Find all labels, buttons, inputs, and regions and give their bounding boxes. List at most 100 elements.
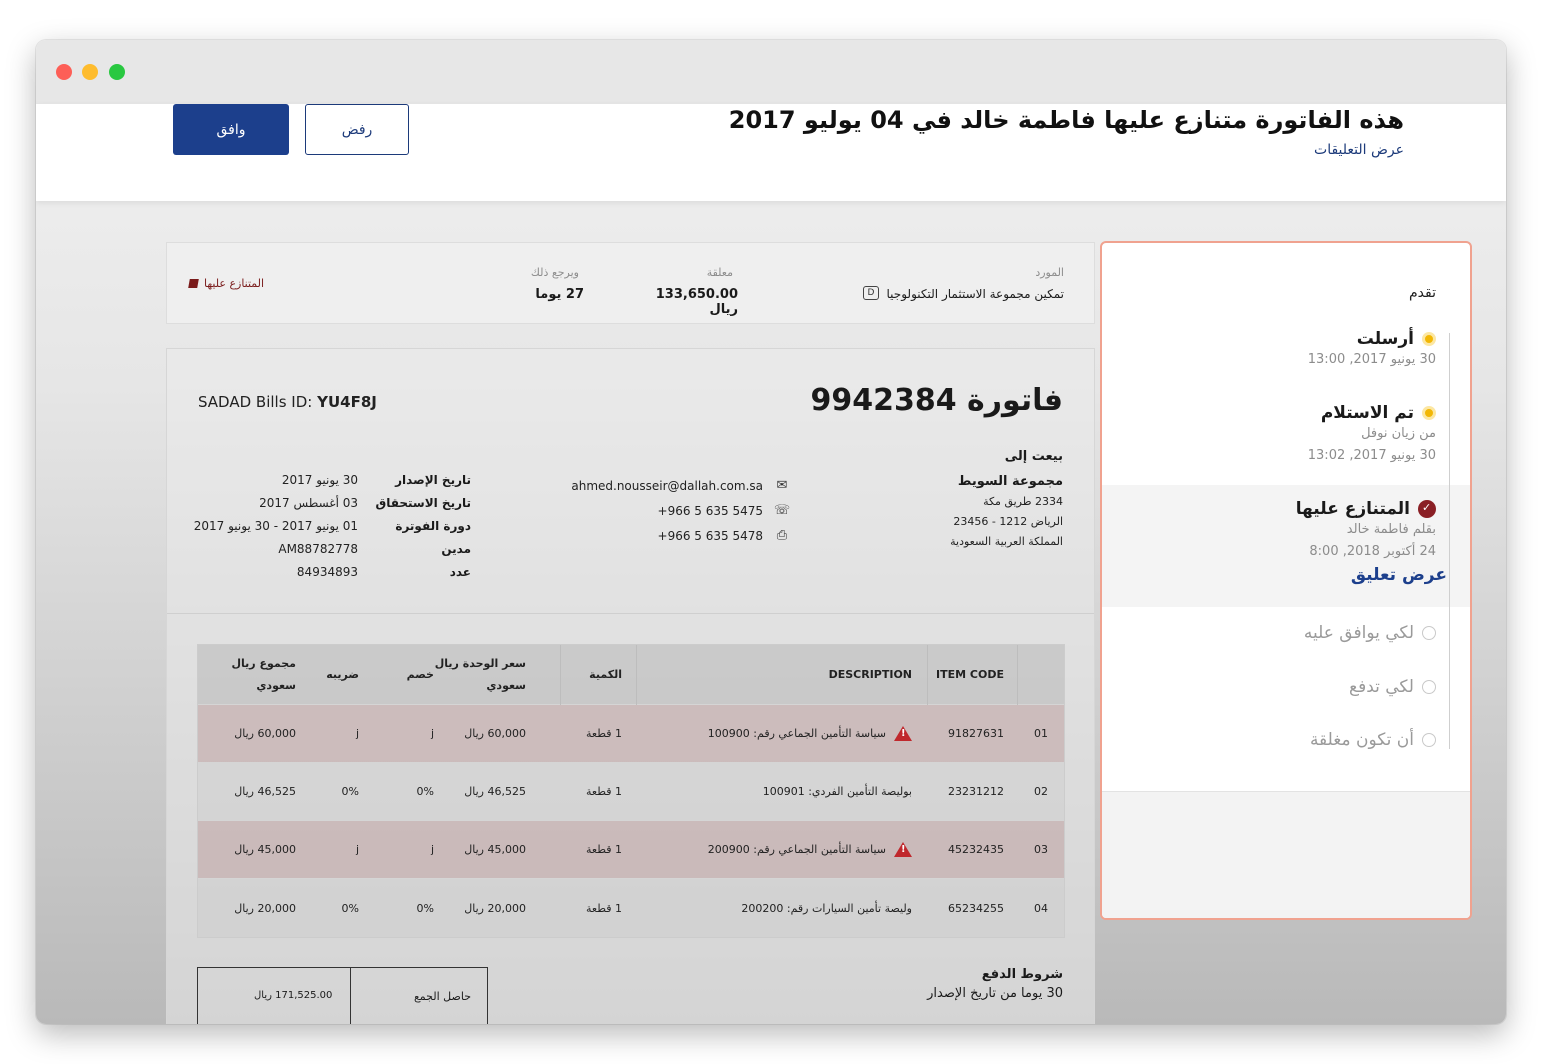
step-actor: بقلم فاطمة خالد — [1346, 522, 1436, 537]
address-line-1: 2334 طريق مكة — [983, 495, 1063, 508]
step-actor: من زيان نوفل — [1361, 426, 1436, 441]
progress-panel-footer — [1102, 791, 1470, 918]
meta-row: عدد 84934893 — [207, 565, 471, 588]
row-number: 01 — [1034, 727, 1048, 740]
column-divider — [927, 645, 928, 705]
meta-value: 84934893 — [296, 565, 358, 579]
step-label: أرسلت — [1356, 329, 1414, 349]
dispute-title: هذه الفاتورة متنازع عليها فاطمة خالد في … — [728, 106, 1404, 134]
step-label: أن تكون مغلقة — [1309, 730, 1414, 750]
email-value[interactable]: ahmed.nousseir@dallah.com.sa — [571, 479, 763, 493]
warning-icon — [894, 726, 912, 741]
column-header-total[interactable]: مجموع ريال سعودي — [212, 645, 297, 704]
column-header-item-code[interactable]: ITEM CODE — [936, 645, 1004, 704]
item-total: 45,000 ريال — [234, 843, 296, 856]
item-total: 20,000 ريال — [234, 901, 296, 915]
progress-panel: تقدم أرسلت 30 يونيو 2017, 13:00 تم الاست… — [1100, 241, 1472, 920]
progress-track — [1449, 333, 1450, 749]
table-row[interactable]: 01 91827631 سياسة التأمين الجماعي رقم: 1… — [198, 705, 1064, 763]
step-timestamp: 30 يونيو 2017, 13:00 — [1307, 352, 1436, 367]
item-description-text: سياسة التأمين الجماعي رقم: 200900 — [707, 843, 886, 856]
column-header-description[interactable]: DESCRIPTION — [829, 645, 912, 704]
fax-value: +966 5 635 5478 — [657, 528, 763, 543]
phone-value[interactable]: +966 5 635 5475 — [658, 504, 763, 518]
item-tax: 0% — [341, 901, 359, 915]
browser-window: وافق رفض هذه الفاتورة متنازع عليها فاطمة… — [36, 40, 1506, 1024]
maximize-window-button[interactable] — [109, 64, 125, 80]
table-row[interactable]: 03 45232435 سياسة التأمين الجماعي رقم: 2… — [198, 821, 1064, 879]
item-quantity: 1 قطعة — [586, 727, 622, 740]
meta-key: عدد — [449, 565, 471, 579]
sold-to-heading: بيعت إلى — [1004, 449, 1063, 464]
view-comments-link[interactable]: عرض التعليقات — [1314, 142, 1404, 158]
reject-button[interactable]: رفض — [305, 104, 409, 155]
address-line-3: المملكة العربية السعودية — [950, 535, 1063, 548]
meta-row: تاريخ الاستحقاق 03 أغسطس 2017 — [207, 496, 471, 519]
step-timestamp: 30 يونيو 2017, 13:02 — [1307, 448, 1436, 463]
subtotal-divider — [350, 968, 351, 1024]
payment-terms: شروط الدفع 30 يوما من تاريخ الإصدار — [927, 967, 1063, 1001]
approve-button[interactable]: وافق — [173, 104, 289, 155]
step-label: تم الاستلام — [1320, 403, 1414, 423]
email-row: ahmed.nousseir@dallah.com.sa ✉ — [565, 473, 791, 498]
item-quantity: 1 قطعة — [586, 901, 622, 915]
meta-row: دورة الفوترة 01 يونيو 2017 - 30 يونيو 20… — [194, 519, 471, 542]
meta-value: 01 يونيو 2017 - 30 يونيو 2017 — [193, 519, 358, 533]
progress-step-to-approve: لكي يوافق عليه — [1136, 623, 1436, 643]
step-pending-icon — [1422, 626, 1436, 640]
item-discount: j — [430, 843, 434, 856]
supplier-value: تمكين مجموعة الاستثمار التكنولوجيا — [886, 287, 1064, 301]
column-header-tax[interactable]: ضريبه — [326, 645, 359, 704]
column-header-discount[interactable]: خصم — [407, 645, 434, 704]
item-discount: j — [430, 727, 434, 740]
progress-step-received: تم الاستلام من زيان نوفل 30 يونيو 2017, … — [1136, 403, 1436, 467]
item-total: 46,525 ريال — [234, 785, 296, 798]
table-row[interactable]: 02 23231212 بوليصة التأمين الفردي: 10090… — [198, 763, 1064, 821]
payment-terms-value: 30 يوما من تاريخ الإصدار — [927, 986, 1063, 1001]
close-window-button[interactable] — [56, 64, 72, 80]
meta-key: تاريخ الإصدار — [395, 473, 471, 487]
step-pending-icon — [1422, 680, 1436, 694]
customer-name: مجموعة السويط — [957, 474, 1063, 489]
address-line-2: الرياض 1212 - 23456 — [953, 515, 1063, 528]
minimize-window-button[interactable] — [82, 64, 98, 80]
sadad-value: YU4F8J — [317, 393, 377, 411]
item-code: 45232435 — [948, 843, 1004, 856]
supplier-id-icon: D — [863, 286, 879, 300]
view-comment-link[interactable]: عرض تعليق — [1136, 565, 1447, 585]
meta-value: 03 أغسطس 2017 — [259, 496, 358, 510]
step-label: المتنازع عليها — [1295, 499, 1410, 519]
warning-icon — [894, 842, 912, 857]
section-divider — [167, 613, 1094, 614]
invoice-meta: تاريخ الإصدار 30 يونيو 2017 تاريخ الاستح… — [194, 473, 471, 588]
item-description: بوليصة التأمين الفردي: 100901 — [762, 785, 912, 798]
payment-terms-heading: شروط الدفع — [981, 967, 1063, 982]
invoice-summary: المورد تمكين مجموعة الاستثمار التكنولوجي… — [166, 242, 1095, 324]
step-label: لكي تدفع — [1349, 677, 1414, 697]
table-row[interactable]: 04 65234255 وليصة تأمين السيارات رقم: 20… — [198, 879, 1064, 937]
row-number: 02 — [1034, 785, 1048, 798]
column-header-unit-price[interactable]: سعر الوحدة ريال سعودي — [434, 645, 526, 704]
status-badge: المتنازع عليها — [188, 277, 264, 290]
column-header-quantity[interactable]: الكمية — [589, 645, 622, 704]
progress-step-disputed: المتنازع عليها بقلم فاطمة خالد 24 أكتوبر… — [1136, 499, 1447, 585]
meta-key: مدين — [441, 542, 471, 556]
disputed-check-icon — [1418, 500, 1436, 518]
item-code: 91827631 — [948, 727, 1004, 740]
title-bar — [36, 40, 1506, 104]
fax-icon: ⎙ — [776, 528, 788, 543]
item-total: 60,000 ريال — [234, 727, 296, 740]
item-description: سياسة التأمين الجماعي رقم: 100900 — [708, 705, 912, 762]
outstanding-currency: ريال — [709, 302, 738, 317]
meta-key: تاريخ الاستحقاق — [375, 496, 471, 510]
invoice-title: فاتورة 9942384 — [810, 383, 1063, 418]
item-description-text: سياسة التأمين الجماعي رقم: 100900 — [707, 727, 886, 740]
item-tax: 0% — [341, 785, 359, 798]
meta-value: AM88782778 — [278, 542, 358, 556]
column-divider — [1017, 645, 1018, 705]
progress-step-closed: أن تكون مغلقة — [1136, 730, 1436, 750]
contact-block: ahmed.nousseir@dallah.com.sa ✉ +966 5 63… — [565, 473, 791, 548]
item-quantity: 1 قطعة — [586, 843, 622, 856]
row-number: 04 — [1034, 901, 1048, 915]
step-done-icon — [1422, 406, 1436, 420]
